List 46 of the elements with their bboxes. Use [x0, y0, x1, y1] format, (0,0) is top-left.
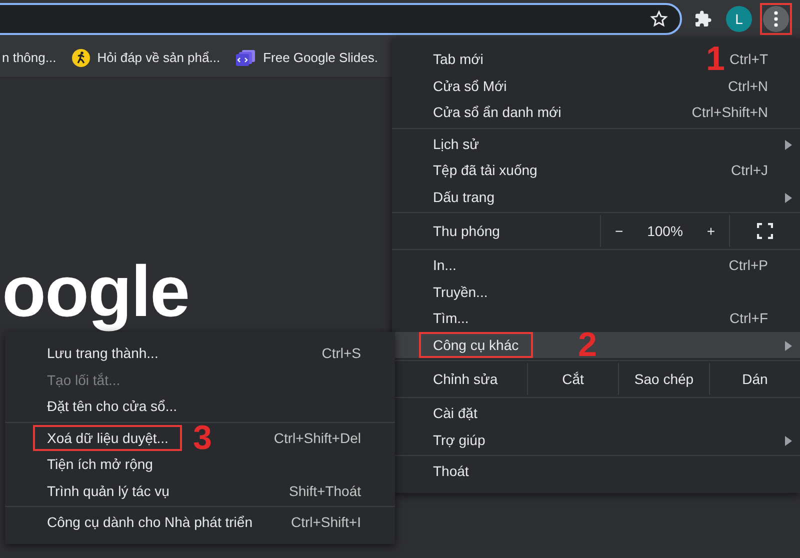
highlight-frame: Xoá dữ liệu duyệt...	[33, 424, 182, 451]
highlight-frame: Công cụ khác	[419, 332, 533, 358]
menu-item[interactable]: Dấu trang	[392, 184, 800, 210]
menu-item[interactable]: Truyền...	[392, 278, 800, 305]
menu-item[interactable]: Trợ giúp	[392, 426, 800, 453]
puzzle-icon[interactable]	[694, 10, 712, 28]
menu-item[interactable]: Thoát	[392, 458, 800, 484]
menu-item[interactable]: Trình quản lý tác vụ Shift+Thoát	[5, 478, 395, 504]
menu-item[interactable]: Công cụ dành cho Nhà phát triển Ctrl+Shift+I	[5, 509, 395, 536]
menu-item[interactable]: Lịch sử	[392, 130, 800, 157]
menu-item[interactable]: Cửa sổ ẩn danh mới Ctrl+Shift+N	[392, 99, 800, 126]
menu-item[interactable]: Tiện ích mở rộng	[5, 451, 395, 478]
menu-item[interactable]: Xoá dữ liệu duyệt... 3 Ctrl+Shift+Del	[5, 424, 395, 451]
menu-item[interactable]: Công cụ khác 2	[392, 332, 800, 358]
zoom-label: Thu phóng	[433, 223, 500, 239]
menu-item[interactable]: Lưu trang thành... Ctrl+S	[5, 340, 395, 366]
slides-icon	[236, 48, 256, 66]
profile-avatar[interactable]: L	[726, 6, 752, 32]
edit-action-button[interactable]: Sao chép	[618, 363, 709, 395]
zoom-in-button[interactable]: +	[702, 221, 720, 241]
edit-action-button[interactable]: Dán	[709, 363, 800, 395]
menu-item[interactable]: Cửa sổ Mới Ctrl+N	[392, 72, 800, 99]
menu-item[interactable]: Đặt tên cho cửa sổ...	[5, 393, 395, 420]
menu-item[interactable]: In... Ctrl+P	[392, 252, 800, 278]
step-number: 2	[578, 332, 597, 358]
step-number: 1	[706, 46, 725, 72]
edit-label: Chỉnh sửa	[433, 371, 498, 387]
submenu-arrow-icon	[785, 192, 792, 202]
zoom-out-button[interactable]: −	[610, 221, 628, 241]
bookmark-link[interactable]: n thông...	[2, 50, 56, 65]
bookmark-link[interactable]: Free Google Slides.	[236, 48, 378, 66]
more-vertical-icon	[774, 11, 778, 27]
submenu-arrow-icon	[785, 340, 792, 350]
bookmark-link[interactable]: Hỏi đáp về sản phẩ...	[72, 48, 220, 66]
star-icon[interactable]	[650, 10, 668, 28]
submenu-arrow-icon	[785, 140, 792, 150]
address-bar[interactable]	[0, 3, 682, 35]
step-number: 3	[193, 424, 212, 451]
submenu-arrow-icon	[785, 436, 792, 446]
zoom-level: 100%	[647, 223, 683, 239]
menu-item[interactable]: Tệp đã tải xuống Ctrl+J	[392, 157, 800, 184]
menu-item[interactable]: Tìm... Ctrl+F	[392, 305, 800, 332]
fullscreen-icon[interactable]	[757, 223, 773, 239]
edit-action-button[interactable]: Cắt	[527, 363, 618, 395]
runner-icon	[72, 48, 90, 66]
menu-item[interactable]: Cài đặt	[392, 400, 800, 426]
